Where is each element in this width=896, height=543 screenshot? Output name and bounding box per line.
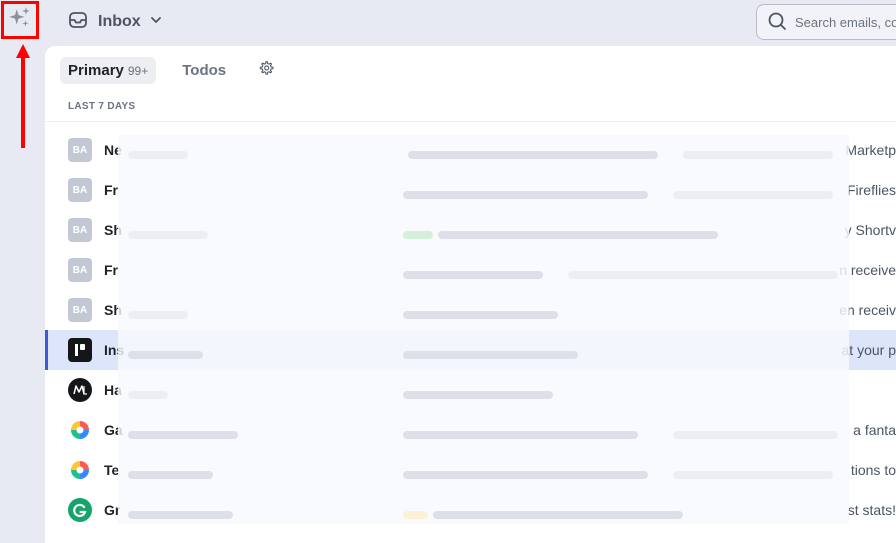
email-snippet: y Shortv: [844, 222, 896, 238]
redaction-bar: [128, 511, 233, 519]
email-sender: Fr: [104, 182, 118, 198]
search-input[interactable]: Search emails, co: [756, 4, 896, 40]
redaction-bar: [403, 471, 648, 479]
avatar: BA: [68, 298, 92, 322]
redaction-bar: [568, 271, 838, 279]
redaction-bar: [403, 511, 428, 519]
redaction-bar: [408, 151, 658, 159]
redaction-bar: [403, 351, 578, 359]
email-snippet: st stats!: [847, 502, 896, 518]
divider: [45, 121, 896, 122]
search-icon: [767, 11, 795, 34]
section-label-last-7-days: LAST 7 DAYS: [68, 101, 136, 112]
tab-primary-count: 99+: [127, 63, 149, 78]
redaction-bar: [438, 231, 718, 239]
sparkle-icon: [7, 5, 33, 36]
gear-icon: [258, 60, 274, 81]
redaction-bar: [403, 311, 558, 319]
redaction-bar: [673, 471, 833, 479]
redaction-bar: [403, 391, 553, 399]
redaction-bar: [433, 511, 683, 519]
tab-todos[interactable]: Todos: [182, 62, 226, 79]
chevron-down-icon: [149, 13, 163, 32]
avatar: BA: [68, 138, 92, 162]
sparkle-button[interactable]: [1, 1, 39, 39]
avatar: [68, 338, 92, 362]
mail-panel: Primary 99+ Todos LAST 7 DAYS BA Ne Mark…: [45, 46, 896, 543]
swirl-logo-icon: [71, 421, 89, 439]
avatar: BA: [68, 218, 92, 242]
redaction-bar: [128, 231, 208, 239]
email-snippet: Fireflies: [846, 182, 896, 198]
swirl-logo-icon: [71, 461, 89, 479]
redaction-bar: [673, 191, 833, 199]
inbox-icon: [68, 10, 88, 35]
redaction-bar: [128, 391, 168, 399]
tab-primary-label: Primary: [68, 61, 124, 79]
email-sender: Fr: [104, 262, 118, 278]
redaction-bar: [403, 271, 543, 279]
annotation-arrow: [16, 44, 30, 148]
monogram-logo-icon: [73, 385, 87, 395]
avatar: [68, 458, 92, 482]
redaction-bar: [128, 311, 188, 319]
redaction-bar: [403, 191, 648, 199]
avatar: BA: [68, 258, 92, 282]
tab-settings[interactable]: [258, 60, 274, 81]
redaction-bar: [128, 351, 203, 359]
email-snippet: at your p: [841, 342, 896, 358]
redaction-bar: [673, 431, 838, 439]
brand-logo-icon: [75, 344, 85, 356]
redaction-bar: [403, 431, 638, 439]
email-snippet: tions to: [850, 462, 896, 478]
redaction-overlay: [118, 135, 849, 524]
email-snippet: Marketp: [845, 142, 896, 158]
avatar: [68, 418, 92, 442]
inbox-folder-selector[interactable]: Inbox: [68, 10, 163, 34]
inbox-label: Inbox: [98, 13, 141, 30]
avatar: BA: [68, 178, 92, 202]
redaction-bar: [128, 471, 213, 479]
redaction-bar: [403, 231, 433, 239]
grammarly-logo-icon: [73, 503, 87, 518]
redaction-bar: [128, 431, 238, 439]
redaction-bar: [683, 151, 833, 159]
avatar: [68, 378, 92, 402]
redaction-bar: [128, 151, 188, 159]
email-snippet: a fanta: [853, 422, 896, 438]
search-placeholder: Search emails, co: [795, 14, 896, 30]
avatar: [68, 498, 92, 522]
mail-tabs: Primary 99+ Todos: [60, 56, 274, 84]
tab-primary[interactable]: Primary 99+: [60, 56, 157, 84]
